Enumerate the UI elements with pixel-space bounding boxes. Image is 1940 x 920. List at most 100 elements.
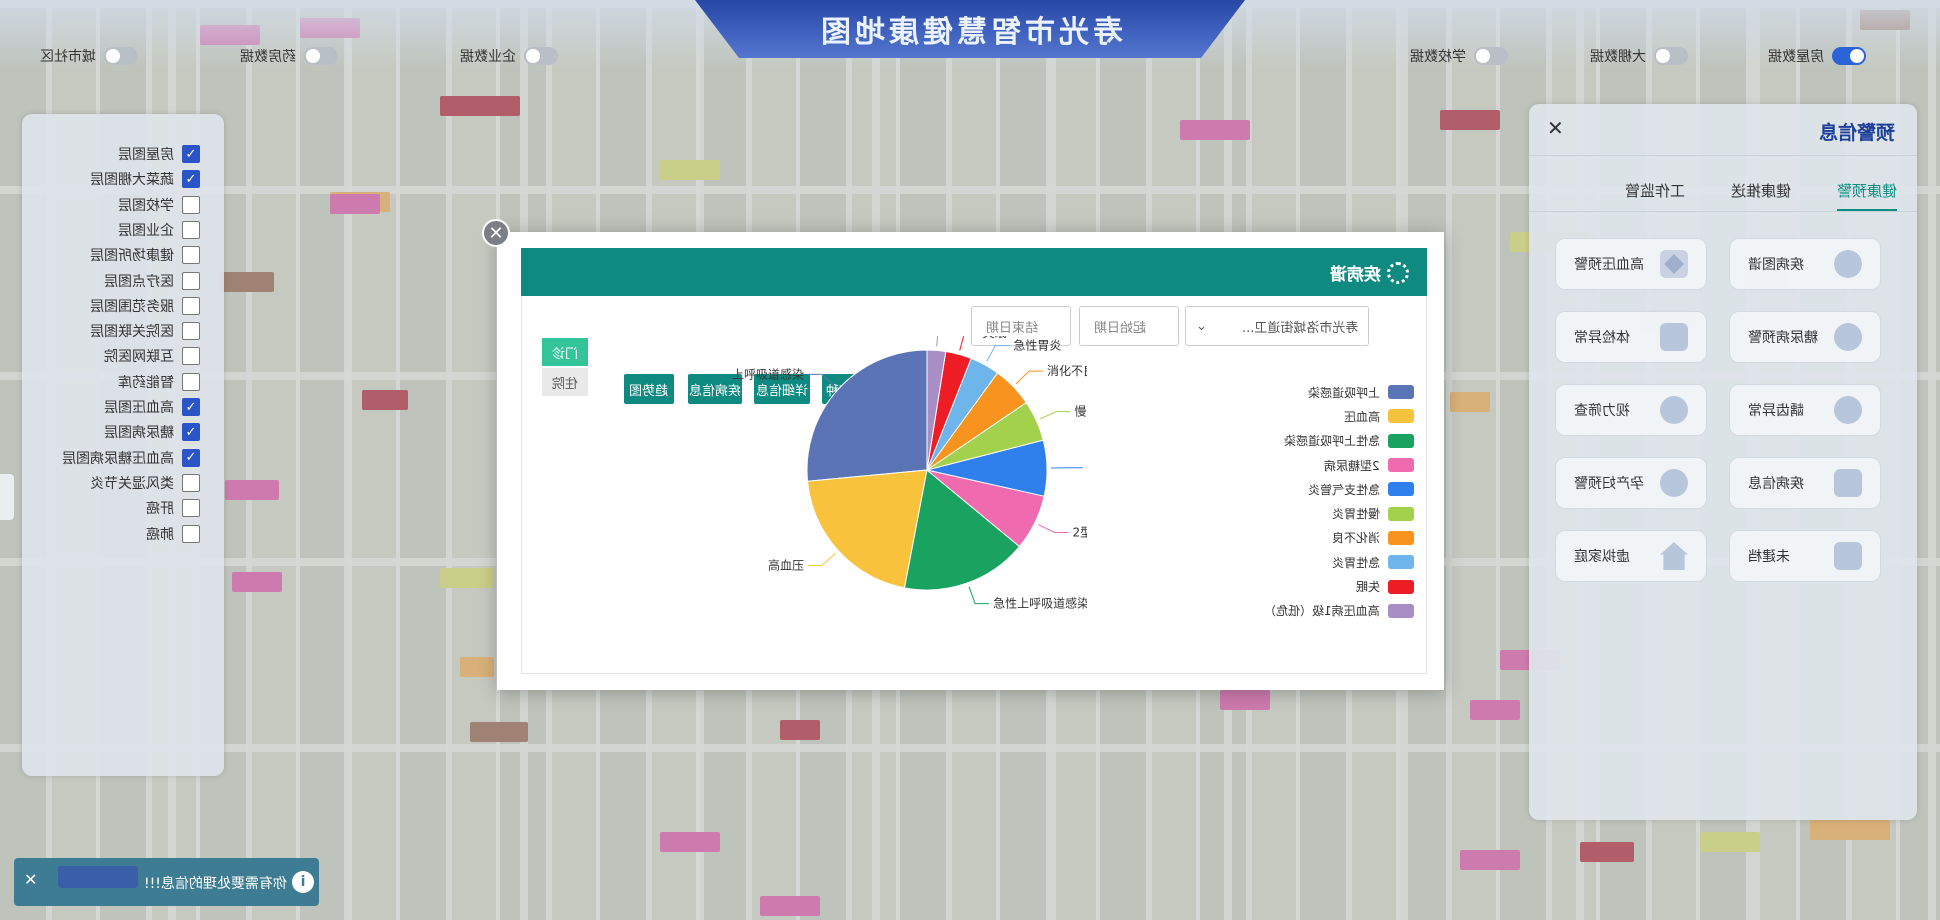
layer-checkbox[interactable] <box>182 322 200 341</box>
layer-checkbox[interactable] <box>182 296 200 315</box>
legend-item[interactable]: 急性胃炎 <box>1244 550 1414 574</box>
app-title: 寿光市智慧健康地图 <box>817 15 1123 50</box>
tab-health-warning[interactable]: 健康预警 <box>1836 180 1897 211</box>
close-icon[interactable]: ✕ <box>24 870 37 889</box>
layer-item[interactable]: 糖尿病图层 ✓ <box>104 422 200 442</box>
toggle-greenhouse[interactable]: 大棚数据 <box>1590 46 1688 66</box>
legend-item[interactable]: 失眠 <box>1244 574 1414 598</box>
tab-outpatient[interactable]: 门诊 <box>542 338 588 366</box>
layer-checkbox[interactable] <box>182 220 200 239</box>
layer-checkbox[interactable] <box>182 347 200 366</box>
layer-item[interactable]: 肝癌 <box>146 498 200 518</box>
layer-checkbox[interactable] <box>182 195 200 214</box>
layer-checkbox[interactable]: ✓ <box>182 398 200 416</box>
toggle-label: 房屋数据 <box>1768 49 1824 65</box>
warning-card[interactable]: 孕产妇预警 <box>1555 457 1707 509</box>
layer-checkbox[interactable] <box>182 372 200 391</box>
warning-card[interactable]: 糖尿病预警 <box>1729 311 1881 363</box>
layer-checkbox[interactable]: ✓ <box>182 423 200 442</box>
layer-item[interactable]: 企业图层 <box>118 220 200 240</box>
layer-checkbox[interactable] <box>182 246 200 265</box>
layer-item[interactable]: 医院关联图层 <box>90 321 200 341</box>
dialog-header: 疾病谱 <box>521 248 1427 296</box>
toggle-switch[interactable] <box>104 47 138 65</box>
pie-label: 慢性胃炎 <box>1074 405 1087 419</box>
layer-item[interactable]: 蔬菜大棚图层 ✓ <box>90 169 200 189</box>
warning-card[interactable]: 龋齿异常 <box>1729 384 1881 436</box>
toggle-city-community[interactable]: 城市社区 <box>40 46 138 66</box>
layer-item[interactable]: 类风湿关节炎 <box>90 473 200 493</box>
layer-item[interactable]: 互联网医院 <box>104 346 200 366</box>
layer-item[interactable]: 高血压糖尿病图层 ✓ <box>62 448 200 468</box>
warning-panel: ✕ 预警信息 健康预警 健康推送 工作监管 疾病图谱 高血压预警 糖尿病预警 体检异常… <box>1529 104 1917 820</box>
toggle-school[interactable]: 学校数据 <box>1410 46 1508 66</box>
legend-item[interactable]: 急性支气管炎 <box>1244 477 1414 501</box>
file-icon <box>1834 542 1862 570</box>
input-placeholder: 起始日期 <box>1094 320 1147 336</box>
toggle-label: 学校数据 <box>1410 49 1466 65</box>
tab-work-supervision[interactable]: 工作监管 <box>1625 180 1685 209</box>
toggle-housing[interactable]: 房屋数据 <box>1768 46 1866 66</box>
layer-checkbox[interactable] <box>182 473 200 492</box>
layer-label: 肝癌 <box>146 501 174 518</box>
layer-label: 蔬菜大棚图层 <box>90 172 174 189</box>
legend-item[interactable]: 消化不良 <box>1244 526 1414 550</box>
toggle-pharmacy[interactable]: 药房数据 <box>240 46 338 66</box>
layer-label: 健康场所图层 <box>90 248 174 265</box>
dialog-close-button[interactable]: ✕ <box>482 219 510 247</box>
tab-label: 住院 <box>551 376 578 392</box>
layer-checkbox[interactable]: ✓ <box>182 170 200 189</box>
layer-item[interactable]: 肺癌 <box>146 524 200 544</box>
close-icon[interactable]: ✕ <box>1547 116 1564 140</box>
layer-item[interactable]: 高血压图层 ✓ <box>104 397 200 417</box>
warning-card[interactable]: 疾病图谱 <box>1729 238 1881 290</box>
layer-label: 智能药库 <box>118 374 174 391</box>
warning-card-label: 孕产妇预警 <box>1574 476 1644 492</box>
warning-card[interactable]: 未建档 <box>1729 530 1881 582</box>
layer-checkbox[interactable] <box>182 271 200 290</box>
toggle-switch[interactable] <box>1654 47 1688 65</box>
panel-expand-handle[interactable] <box>0 474 14 520</box>
tab-inpatient[interactable]: 住院 <box>542 368 588 396</box>
layer-item[interactable]: 智能药库 <box>118 372 200 392</box>
disease-pie-chart: 上呼吸道感染高血压急性上呼吸道感染2型糖尿病急性支气管炎慢性胃炎消化不良急性胃炎… <box>732 336 1087 611</box>
layer-item[interactable]: 学校图层 <box>118 195 200 215</box>
layer-item[interactable]: 服务范围图层 <box>90 296 200 316</box>
legend-item[interactable]: 慢性胃炎 <box>1244 501 1414 525</box>
layer-checkbox[interactable]: ✓ <box>182 448 200 467</box>
layer-item[interactable]: 医疗点图层 <box>104 271 200 291</box>
warning-card[interactable]: 体检异常 <box>1555 311 1707 363</box>
legend-item[interactable]: 急性上呼吸道感染 <box>1244 429 1414 453</box>
warning-card[interactable]: 高血压预警 <box>1555 238 1707 290</box>
start-date-input[interactable]: 起始日期 <box>1079 306 1179 346</box>
pie-slice[interactable] <box>806 349 928 482</box>
toggle-enterprise[interactable]: 企业数据 <box>460 46 558 66</box>
toggle-switch[interactable] <box>304 47 338 65</box>
pie-label-line <box>1039 411 1071 420</box>
toggle-switch[interactable] <box>1832 47 1866 65</box>
layer-item[interactable]: 房屋图层 ✓ <box>118 144 200 164</box>
layer-checkbox[interactable] <box>182 524 200 543</box>
tab-health-push[interactable]: 健康推送 <box>1731 180 1791 209</box>
layer-label: 企业图层 <box>118 222 174 239</box>
toggle-switch[interactable] <box>524 47 558 65</box>
layer-label: 类风湿关节炎 <box>90 475 174 492</box>
legend-item[interactable]: 高血压病1级（低危） <box>1244 599 1414 623</box>
legend-item[interactable]: 上呼吸道感染 <box>1244 380 1414 404</box>
toggle-switch[interactable] <box>1474 47 1508 65</box>
layer-checkbox[interactable]: ✓ <box>182 145 200 163</box>
layer-checkbox[interactable] <box>182 499 200 518</box>
warning-card[interactable]: 虚拟家庭 <box>1555 530 1707 582</box>
warning-card-label: 疾病图谱 <box>1748 257 1804 273</box>
warning-card[interactable]: 视力筛查 <box>1555 384 1707 436</box>
medical-box-icon <box>1660 323 1688 351</box>
legend-item[interactable]: 高血压 <box>1244 404 1414 428</box>
warning-card[interactable]: 疾病信息 <box>1729 457 1881 509</box>
legend-item[interactable]: 2型糖尿病 <box>1244 453 1414 477</box>
notification-bar[interactable]: ✕ 你有需要处理的信息!!! i <box>14 858 319 906</box>
warning-card-label: 高血压预警 <box>1574 257 1644 273</box>
toggle-label: 企业数据 <box>460 49 516 65</box>
layer-item[interactable]: 健康场所图层 <box>90 245 200 265</box>
warning-card-label: 疾病信息 <box>1748 476 1804 492</box>
street-select[interactable]: ⌄ 寿光市洛城街道卫... <box>1185 306 1369 346</box>
